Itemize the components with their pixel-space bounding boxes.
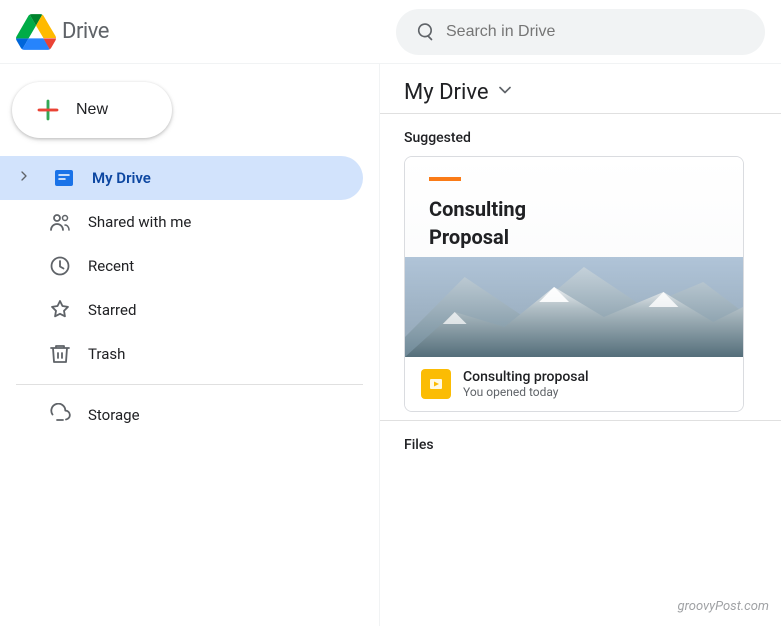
app-title: Drive [62, 19, 109, 44]
sidebar-divider [16, 384, 363, 385]
drive-item-icon [52, 166, 76, 190]
plus-icon [34, 96, 62, 124]
files-section-label: Files [380, 420, 781, 461]
mountain-image [405, 257, 743, 357]
new-button-label: New [76, 101, 108, 119]
sidebar-item-shared-with-me[interactable]: Shared with me [0, 200, 363, 244]
trash-icon [48, 342, 72, 366]
new-button[interactable]: New [12, 82, 172, 138]
clock-icon [48, 254, 72, 278]
slides-icon [421, 369, 451, 399]
sidebar-item-my-drive-label: My Drive [92, 169, 151, 187]
sidebar-item-trash[interactable]: Trash [0, 332, 363, 376]
dropdown-icon[interactable] [495, 80, 515, 105]
watermark: groovyPost.com [678, 599, 769, 614]
drive-logo-icon [16, 12, 56, 52]
content-area: My Drive Suggested Consulting Proposal L… [380, 64, 781, 626]
card-info: Consulting proposal You opened today [405, 357, 743, 411]
content-title: My Drive [404, 80, 489, 105]
sidebar: New My Drive [0, 64, 380, 626]
cloud-icon [48, 403, 72, 427]
logo-area: Drive [16, 12, 396, 52]
file-time: You opened today [463, 385, 589, 399]
sidebar-item-trash-label: Trash [88, 345, 125, 363]
file-card[interactable]: Consulting Proposal Lorem ipsum dolor si… [404, 156, 744, 412]
content-header: My Drive [380, 64, 781, 114]
sidebar-item-starred[interactable]: Starred [0, 288, 363, 332]
doc-title-2: Proposal [429, 225, 719, 249]
search-input[interactable] [446, 23, 747, 41]
header: Drive [0, 0, 781, 64]
file-meta: Consulting proposal You opened today [463, 369, 589, 399]
suggested-section-label: Suggested [380, 114, 781, 156]
sidebar-item-recent[interactable]: Recent [0, 244, 363, 288]
sidebar-item-starred-label: Starred [88, 301, 136, 319]
card-thumbnail: Consulting Proposal Lorem ipsum dolor si… [405, 157, 743, 357]
main-layout: New My Drive [0, 64, 781, 626]
sidebar-item-recent-label: Recent [88, 257, 134, 275]
star-icon [48, 298, 72, 322]
doc-orange-line [429, 177, 461, 181]
sidebar-item-shared-label: Shared with me [88, 213, 191, 231]
doc-title-1: Consulting [429, 197, 719, 221]
sidebar-item-storage-label: Storage [88, 406, 140, 424]
chevron-right-icon [16, 168, 32, 188]
sidebar-item-my-drive[interactable]: My Drive [0, 156, 363, 200]
people-icon [48, 210, 72, 234]
search-icon [414, 22, 434, 42]
sidebar-item-storage[interactable]: Storage [0, 393, 363, 437]
file-name: Consulting proposal [463, 369, 589, 385]
search-bar[interactable] [396, 9, 765, 55]
suggested-grid: Consulting Proposal Lorem ipsum dolor si… [380, 156, 781, 412]
